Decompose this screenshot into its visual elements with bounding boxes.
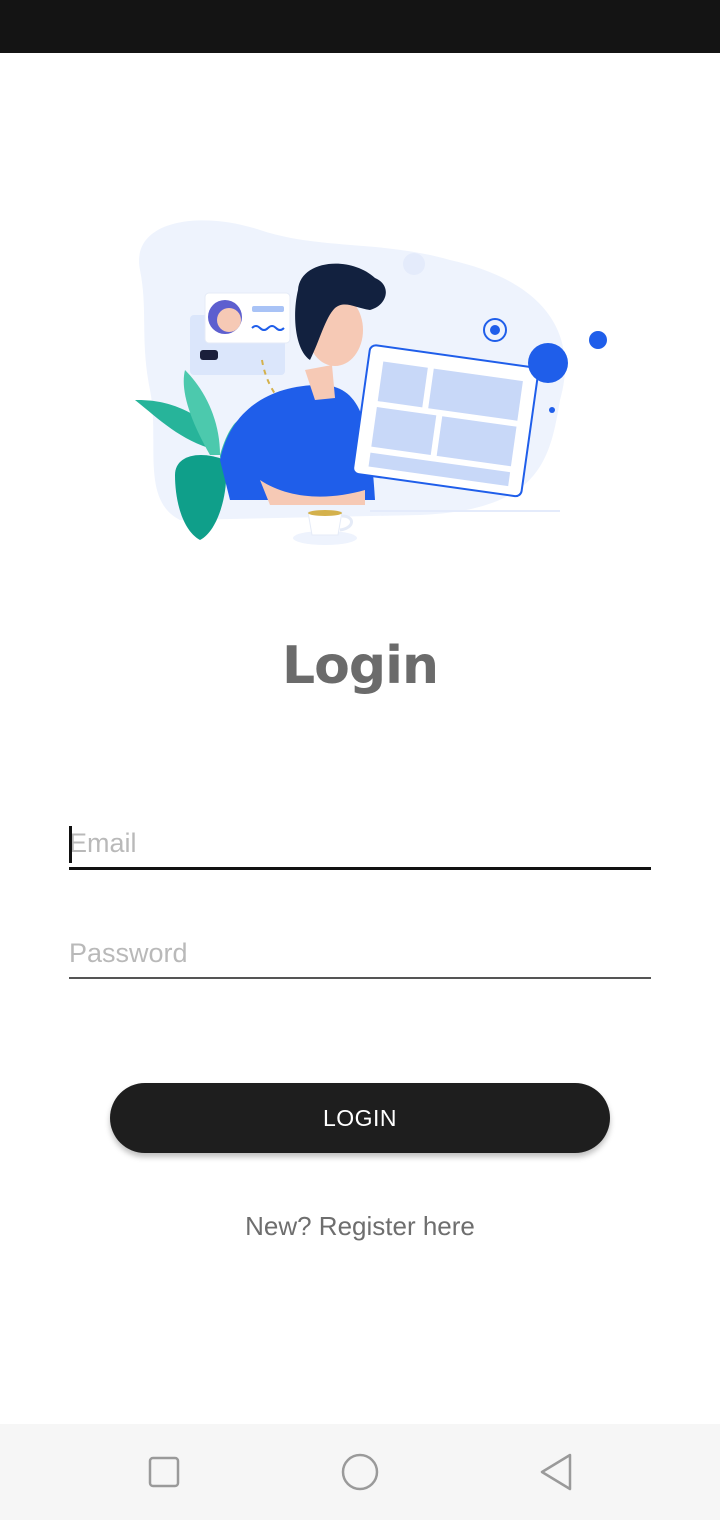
page-title: Login <box>282 636 439 696</box>
hero-illustration <box>120 200 620 560</box>
navigation-bar <box>0 1424 720 1520</box>
recent-apps-icon[interactable] <box>144 1452 184 1492</box>
password-underline <box>69 977 651 979</box>
back-icon[interactable] <box>536 1452 576 1492</box>
password-input[interactable] <box>69 938 651 977</box>
status-bar <box>0 0 720 53</box>
home-icon[interactable] <box>340 1452 380 1492</box>
email-field[interactable] <box>69 826 651 870</box>
login-button[interactable]: LOGIN <box>110 1083 610 1153</box>
register-link[interactable]: New? Register here <box>0 1211 720 1242</box>
email-input[interactable] <box>69 828 651 867</box>
password-field[interactable] <box>69 938 651 979</box>
text-caret <box>69 826 72 863</box>
email-underline <box>69 867 651 870</box>
